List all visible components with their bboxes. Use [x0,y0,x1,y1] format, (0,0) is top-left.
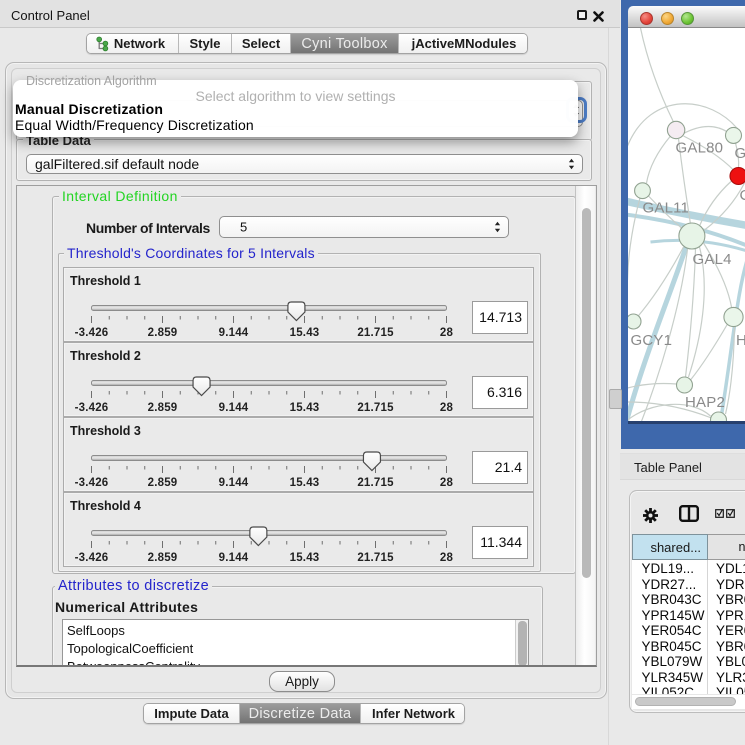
svg-text:2.859: 2.859 [148,477,178,489]
svg-text:9.144: 9.144 [219,477,249,489]
svg-text:21.715: 21.715 [357,477,394,489]
svg-text:-3.426: -3.426 [75,402,109,414]
svg-text:28: 28 [440,402,454,414]
svg-text:H: H [736,332,745,349]
svg-text:21.715: 21.715 [357,402,394,414]
svg-text:GAL80: GAL80 [675,140,723,157]
svg-text:2.859: 2.859 [148,402,178,414]
svg-text:9.144: 9.144 [219,552,249,564]
svg-text:28: 28 [440,327,454,339]
svg-text:9.144: 9.144 [219,402,249,414]
svg-text:28: 28 [440,552,454,564]
svg-text:2.859: 2.859 [148,552,178,564]
svg-text:GAL11: GAL11 [642,200,689,217]
svg-text:2.859: 2.859 [148,327,178,339]
svg-text:15.43: 15.43 [290,402,320,414]
svg-text:9.144: 9.144 [219,327,249,339]
svg-text:C: C [739,187,745,204]
svg-text:HAP2: HAP2 [685,394,725,411]
svg-text:15.43: 15.43 [290,327,320,339]
svg-text:21.715: 21.715 [357,552,394,564]
svg-text:GCY1: GCY1 [630,332,672,349]
svg-text:21.715: 21.715 [357,327,394,339]
svg-text:15.43: 15.43 [290,552,320,564]
svg-text:GA: GA [734,145,745,162]
svg-text:-3.426: -3.426 [75,477,109,489]
svg-text:GAL4: GAL4 [692,251,731,268]
svg-text:-3.426: -3.426 [75,327,109,339]
svg-text:28: 28 [440,477,454,489]
svg-text:15.43: 15.43 [290,477,320,489]
svg-text:-3.426: -3.426 [75,552,109,564]
